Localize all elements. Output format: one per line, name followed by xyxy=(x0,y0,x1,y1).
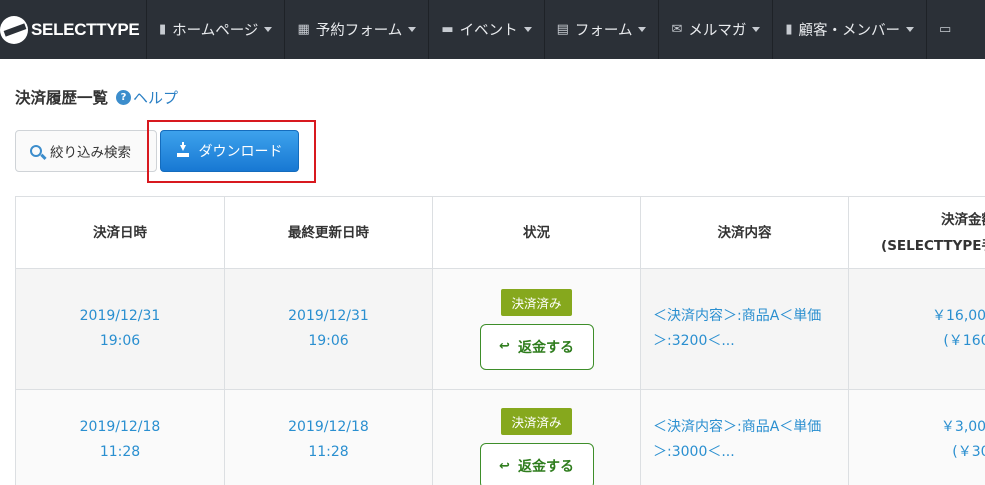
payment-datetime-cell[interactable]: 2019/12/18 11:28 xyxy=(15,390,224,485)
nav-item-label: メルマガ xyxy=(688,23,747,39)
nav-item-form[interactable]: ▤ フォーム xyxy=(543,0,659,59)
logo-text: SELECTTYPE xyxy=(31,19,140,39)
calendar-icon: ▦ xyxy=(297,22,310,37)
payment-amount-cell[interactable]: ￥3,000 (￥30) xyxy=(848,390,985,485)
envelope-icon: ✉ xyxy=(671,22,683,37)
selecttype-logo[interactable]: SELECTTYPE xyxy=(0,0,146,59)
header-payment-datetime: 決済日時 xyxy=(15,197,224,268)
nav-item-event[interactable]: ▬ イベント xyxy=(428,0,543,59)
nav-item-more[interactable]: ▭ xyxy=(926,0,969,59)
payment-history-table: 決済日時 最終更新日時 状況 決済内容 決済金額 (SELECTTYPE手 20… xyxy=(15,196,985,485)
payment-amount-cell[interactable]: ￥16,000 (￥160) xyxy=(848,269,985,389)
reply-arrow-icon: ↩ xyxy=(499,458,510,474)
caret-down-icon xyxy=(752,27,761,32)
nav-item-label: イベント xyxy=(459,23,518,39)
status-badge: 決済済み xyxy=(501,408,572,435)
nav-item-customers-members[interactable]: ▮ 顧客・メンバー xyxy=(772,0,926,59)
nav-item-homepage[interactable]: ▮ ホームページ xyxy=(146,0,284,59)
book-icon: ▮ xyxy=(785,22,793,37)
filter-search-label: 絞り込み検索 xyxy=(50,145,131,161)
selecttype-logo-icon xyxy=(0,15,28,44)
header-amount-line1: 決済金額 xyxy=(941,211,985,228)
header-last-updated: 最終更新日時 xyxy=(224,197,432,268)
nav-item-label: フォーム xyxy=(574,23,633,39)
header-status: 状況 xyxy=(432,197,640,268)
top-navbar: SELECTTYPE ▮ ホームページ ▦ 予約フォーム ▬ イベント ▤ フォ… xyxy=(0,0,985,59)
download-label: ダウンロード xyxy=(198,144,283,160)
download-button[interactable]: ダウンロード xyxy=(160,130,299,172)
table-header-row: 決済日時 最終更新日時 状況 決済内容 決済金額 (SELECTTYPE手 xyxy=(15,197,985,269)
chat-bubble-icon: ▬ xyxy=(441,22,454,37)
nav-item-label: 予約フォーム xyxy=(315,23,403,39)
payment-datetime-cell[interactable]: 2019/12/31 19:06 xyxy=(15,269,224,389)
nav-item-newsletter[interactable]: ✉ メルマガ xyxy=(658,0,772,59)
caret-down-icon xyxy=(906,27,915,32)
last-updated-cell[interactable]: 2019/12/31 19:06 xyxy=(224,269,432,389)
search-icon xyxy=(30,145,42,157)
filter-search-button[interactable]: 絞り込み検索 xyxy=(15,130,157,172)
header-payment-amount: 決済金額 (SELECTTYPE手 xyxy=(848,197,985,268)
table-row: 2019/12/31 19:06 2019/12/31 19:06 決済済み ↩… xyxy=(15,269,985,390)
help-icon[interactable]: ? xyxy=(116,89,132,105)
nav-item-label: 顧客・メンバー xyxy=(798,23,901,39)
status-badge: 決済済み xyxy=(501,288,572,316)
refund-button[interactable]: ↩ 返金する xyxy=(479,323,594,370)
caret-down-icon xyxy=(638,27,647,32)
last-updated-cell[interactable]: 2019/12/18 11:28 xyxy=(224,390,432,485)
payment-content-cell[interactable]: ＜決済内容＞:商品A＜単価 ＞:3200＜... xyxy=(640,269,848,389)
page-title: 決済履歴一覧 xyxy=(15,89,109,107)
download-icon xyxy=(176,142,189,157)
status-cell: 決済済み ↩ 返金する xyxy=(432,390,640,485)
caret-down-icon xyxy=(264,27,273,32)
form-icon: ▤ xyxy=(556,22,569,37)
status-cell: 決済済み ↩ 返金する xyxy=(432,269,640,389)
caret-down-icon xyxy=(408,27,417,32)
table-row: 2019/12/18 11:28 2019/12/18 11:28 決済済み ↩… xyxy=(15,390,985,485)
refund-button[interactable]: ↩ 返金する xyxy=(479,443,594,485)
page-header: 決済履歴一覧 ? ヘルプ xyxy=(15,86,178,108)
header-payment-content: 決済内容 xyxy=(640,197,848,268)
payment-content-cell[interactable]: ＜決済内容＞:商品A＜単価 ＞:3000＜... xyxy=(640,390,848,485)
menu-icon: ▭ xyxy=(939,22,952,37)
nav-item-label: ホームページ xyxy=(172,23,259,39)
reply-arrow-icon: ↩ xyxy=(499,339,510,354)
help-link[interactable]: ヘルプ xyxy=(133,87,178,108)
document-icon: ▮ xyxy=(159,22,167,37)
caret-down-icon xyxy=(523,27,532,32)
nav-item-reservation-form[interactable]: ▦ 予約フォーム xyxy=(284,0,428,59)
header-amount-line2: (SELECTTYPE手 xyxy=(881,237,985,254)
